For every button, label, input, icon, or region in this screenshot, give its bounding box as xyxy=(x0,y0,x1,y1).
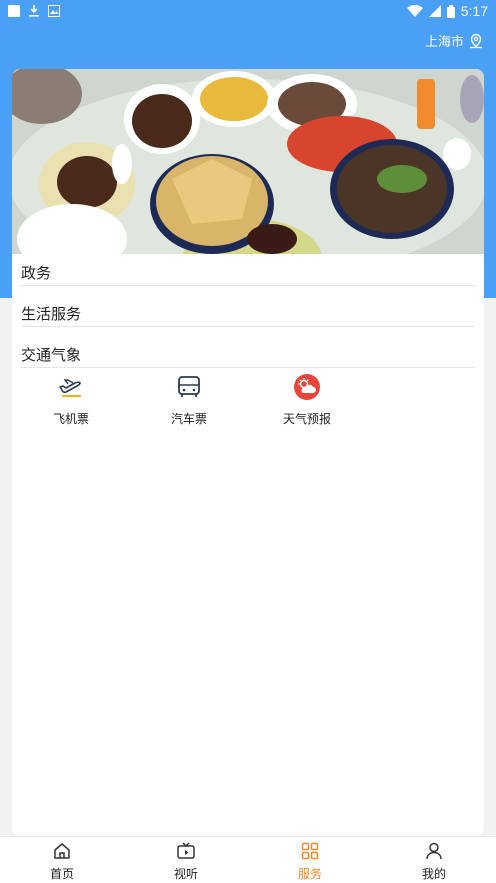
bottom-tab-bar: 首页 视听 服务 我的 xyxy=(0,836,496,883)
service-bus-ticket-label: 汽车票 xyxy=(170,412,207,426)
weather-icon xyxy=(294,374,320,400)
tab-media[interactable]: 视听 xyxy=(124,837,248,883)
airplane-icon xyxy=(59,379,81,397)
tab-home-label: 首页 xyxy=(49,867,74,881)
tab-profile-label: 我的 xyxy=(421,867,446,881)
section-life-services-label: 生活服务 xyxy=(21,305,82,323)
section-transport-weather[interactable]: 交通气象 xyxy=(21,344,475,368)
tab-home[interactable]: 首页 xyxy=(0,837,124,883)
section-transport-weather-label: 交通气象 xyxy=(21,346,82,364)
section-government-label: 政务 xyxy=(21,264,52,282)
grid-icon xyxy=(301,842,319,860)
section-life-services[interactable]: 生活服务 xyxy=(21,303,475,327)
status-bar: 5:17 xyxy=(0,0,496,24)
section-government[interactable]: 政务 xyxy=(21,262,475,286)
signal-icon xyxy=(428,5,441,17)
service-bus-ticket[interactable]: 汽车票 xyxy=(130,372,248,427)
home-icon xyxy=(54,843,70,859)
tab-profile[interactable]: 我的 xyxy=(372,837,496,883)
tab-services[interactable]: 服务 xyxy=(248,837,372,883)
notification-square-icon xyxy=(8,4,20,17)
wifi-icon xyxy=(406,4,423,17)
bus-icon xyxy=(178,376,200,397)
location-label: 上海市 xyxy=(424,35,464,50)
tab-media-label: 视听 xyxy=(173,867,198,881)
tv-icon xyxy=(177,842,195,859)
image-notification-icon xyxy=(48,4,60,17)
location-pin-icon xyxy=(470,33,482,48)
service-weather-forecast[interactable]: 天气预报 xyxy=(248,372,366,427)
service-grid: 飞机票 汽车票 天气预报 xyxy=(12,372,484,427)
battery-icon xyxy=(446,4,455,18)
food-banner-image[interactable] xyxy=(12,69,484,254)
user-icon xyxy=(426,842,442,860)
service-card: 政务 生活服务 交通气象 飞机票 汽车票 天气预报 xyxy=(12,69,484,836)
status-time: 5:17 xyxy=(460,3,488,19)
download-icon xyxy=(29,5,39,17)
service-weather-forecast-label: 天气预报 xyxy=(282,412,331,426)
service-flight-ticket[interactable]: 飞机票 xyxy=(12,372,130,427)
service-flight-ticket-label: 飞机票 xyxy=(52,412,89,426)
tab-services-label: 服务 xyxy=(297,867,322,881)
location-selector[interactable]: 上海市 xyxy=(425,31,484,50)
